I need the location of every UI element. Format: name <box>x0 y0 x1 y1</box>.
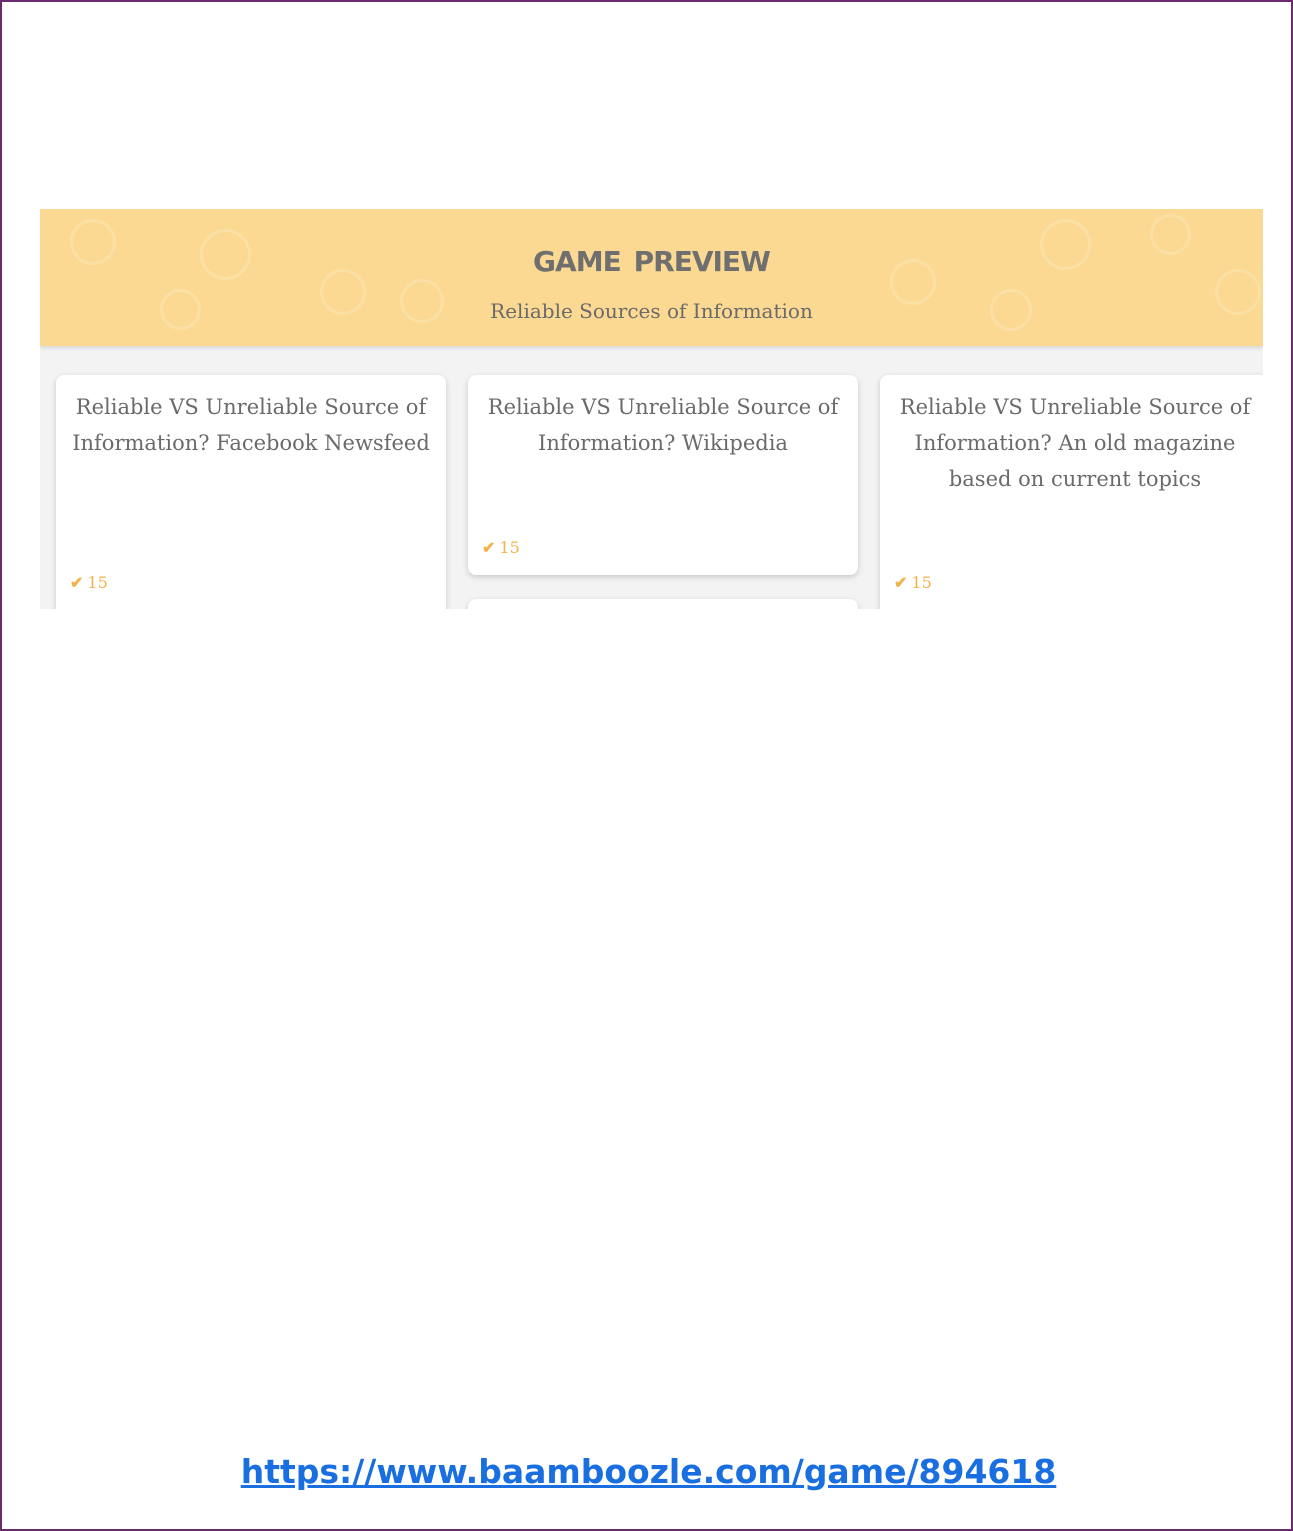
game-preview-screenshot: Game Preview Reliable Sources of Informa… <box>40 209 1263 609</box>
points-badge: ✔ 15 <box>70 573 108 592</box>
question-text: Reliable VS Unreliable Source of Informa… <box>899 395 1251 491</box>
points-value: 15 <box>499 538 520 557</box>
slide-frame: Game Preview Reliable Sources of Informa… <box>0 0 1293 1531</box>
checkmark-icon: ✔ <box>70 573 84 592</box>
page-title: Game Preview <box>533 235 771 281</box>
points-badge: ✔ 15 <box>482 538 520 557</box>
question-card[interactable]: Reliable VS Unreliable Source of Informa… <box>56 375 446 609</box>
question-card[interactable]: Reliable VS Unreliable Source of Informa… <box>468 375 858 575</box>
question-card[interactable]: Reliable VS Unreliable Source of Informa… <box>880 375 1263 609</box>
question-text: Reliable VS Unreliable Source of Informa… <box>487 395 839 455</box>
game-link[interactable]: https://www.baamboozle.com/game/894618 <box>2 1452 1293 1491</box>
points-badge: ✔ 15 <box>894 573 932 592</box>
question-card-partial[interactable] <box>468 599 858 609</box>
question-text: Reliable VS Unreliable Source of Informa… <box>72 395 430 455</box>
points-value: 15 <box>87 573 108 592</box>
checkmark-icon: ✔ <box>482 538 496 557</box>
checkmark-icon: ✔ <box>894 573 908 592</box>
points-value: 15 <box>911 573 932 592</box>
game-subtitle: Reliable Sources of Information <box>490 299 813 323</box>
game-preview-header: Game Preview Reliable Sources of Informa… <box>40 209 1263 346</box>
